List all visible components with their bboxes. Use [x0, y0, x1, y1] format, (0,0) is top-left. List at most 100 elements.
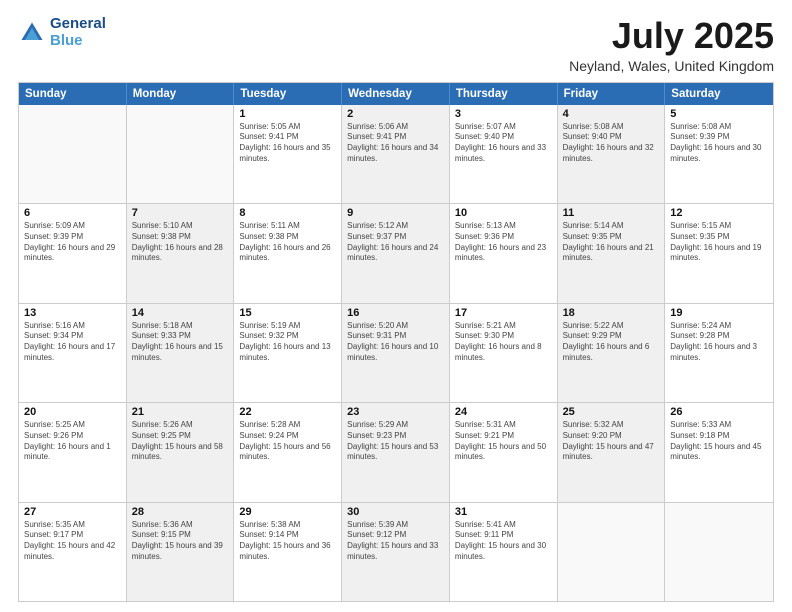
day-number: 27 — [24, 506, 121, 518]
subtitle: Neyland, Wales, United Kingdom — [569, 58, 774, 74]
day-number: 30 — [347, 506, 444, 518]
cal-cell: 19 Sunrise: 5:24 AM Sunset: 9:28 PM Dayli… — [665, 304, 773, 402]
day-number: 8 — [239, 207, 336, 219]
logo-line2: Blue — [50, 33, 106, 50]
cell-info: Sunrise: 5:22 AM Sunset: 9:29 PM Dayligh… — [563, 321, 660, 364]
header-day-thursday: Thursday — [450, 83, 558, 105]
day-number: 19 — [670, 307, 768, 319]
header-day-sunday: Sunday — [19, 83, 127, 105]
day-number: 9 — [347, 207, 444, 219]
cell-info: Sunrise: 5:09 AM Sunset: 9:39 PM Dayligh… — [24, 221, 121, 264]
cell-info: Sunrise: 5:05 AM Sunset: 9:41 PM Dayligh… — [239, 122, 336, 165]
day-number: 28 — [132, 506, 229, 518]
cell-info: Sunrise: 5:24 AM Sunset: 9:28 PM Dayligh… — [670, 321, 768, 364]
cell-info: Sunrise: 5:41 AM Sunset: 9:11 PM Dayligh… — [455, 520, 552, 563]
cell-info: Sunrise: 5:26 AM Sunset: 9:25 PM Dayligh… — [132, 420, 229, 463]
cal-cell: 2 Sunrise: 5:06 AM Sunset: 9:41 PM Daylig… — [342, 105, 450, 203]
day-number: 13 — [24, 307, 121, 319]
cal-cell: 21 Sunrise: 5:26 AM Sunset: 9:25 PM Dayli… — [127, 403, 235, 501]
day-number: 6 — [24, 207, 121, 219]
header-day-saturday: Saturday — [665, 83, 773, 105]
cell-info: Sunrise: 5:19 AM Sunset: 9:32 PM Dayligh… — [239, 321, 336, 364]
day-number: 4 — [563, 108, 660, 120]
header-day-monday: Monday — [127, 83, 235, 105]
day-number: 10 — [455, 207, 552, 219]
cal-cell — [127, 105, 235, 203]
cal-cell: 3 Sunrise: 5:07 AM Sunset: 9:40 PM Daylig… — [450, 105, 558, 203]
day-number: 11 — [563, 207, 660, 219]
cal-cell: 25Sunrise: 5:32 AM Sunset: 9:20 PM Dayli… — [558, 403, 666, 501]
cell-info: Sunrise: 5:28 AM Sunset: 9:24 PM Dayligh… — [239, 420, 336, 463]
cell-info: Sunrise: 5:06 AM Sunset: 9:41 PM Dayligh… — [347, 122, 444, 165]
cal-cell: 28 Sunrise: 5:36 AM Sunset: 9:15 PM Dayli… — [127, 503, 235, 601]
day-number: 24 — [455, 406, 552, 418]
cal-cell: 17 Sunrise: 5:21 AM Sunset: 9:30 PM Dayli… — [450, 304, 558, 402]
cell-info: Sunrise: 5:35 AM Sunset: 9:17 PM Dayligh… — [24, 520, 121, 563]
header-day-wednesday: Wednesday — [342, 83, 450, 105]
title-block: July 2025 Neyland, Wales, United Kingdom — [569, 16, 774, 74]
cell-info: Sunrise: 5:21 AM Sunset: 9:30 PM Dayligh… — [455, 321, 552, 364]
cal-cell: 20Sunrise: 5:25 AM Sunset: 9:26 PM Dayli… — [19, 403, 127, 501]
cal-cell: 6 Sunrise: 5:09 AM Sunset: 9:39 PM Daylig… — [19, 204, 127, 302]
cal-cell: 14 Sunrise: 5:18 AM Sunset: 9:33 PM Dayli… — [127, 304, 235, 402]
cell-info: Sunrise: 5:08 AM Sunset: 9:40 PM Dayligh… — [563, 122, 660, 165]
cell-info: Sunrise: 5:15 AM Sunset: 9:35 PM Dayligh… — [670, 221, 768, 264]
day-number: 29 — [239, 506, 336, 518]
cal-cell: 1 Sunrise: 5:05 AM Sunset: 9:41 PM Daylig… — [234, 105, 342, 203]
cal-cell: 9 Sunrise: 5:12 AM Sunset: 9:37 PM Daylig… — [342, 204, 450, 302]
logo-text: General Blue — [50, 16, 106, 49]
cal-cell: 27 Sunrise: 5:35 AM Sunset: 9:17 PM Dayli… — [19, 503, 127, 601]
day-number: 2 — [347, 108, 444, 120]
cal-cell: 18 Sunrise: 5:22 AM Sunset: 9:29 PM Dayli… — [558, 304, 666, 402]
cell-info: Sunrise: 5:08 AM Sunset: 9:39 PM Dayligh… — [670, 122, 768, 165]
page: General Blue July 2025 Neyland, Wales, U… — [0, 0, 792, 612]
cal-cell: 7 Sunrise: 5:10 AM Sunset: 9:38 PM Daylig… — [127, 204, 235, 302]
day-number: 16 — [347, 307, 444, 319]
cal-row-1: 1 Sunrise: 5:05 AM Sunset: 9:41 PM Daylig… — [19, 105, 773, 203]
cal-cell: 26 Sunrise: 5:33 AM Sunset: 9:18 PM Dayli… — [665, 403, 773, 501]
cell-info: Sunrise: 5:25 AM Sunset: 9:26 PM Dayligh… — [24, 420, 121, 463]
cal-cell: 8 Sunrise: 5:11 AM Sunset: 9:38 PM Daylig… — [234, 204, 342, 302]
cell-info: Sunrise: 5:32 AM Sunset: 9:20 PM Dayligh… — [563, 420, 660, 463]
logo-line1: General — [50, 16, 106, 33]
calendar-body: 1 Sunrise: 5:05 AM Sunset: 9:41 PM Daylig… — [19, 105, 773, 601]
cell-info: Sunrise: 5:36 AM Sunset: 9:15 PM Dayligh… — [132, 520, 229, 563]
logo-icon — [18, 19, 46, 47]
cal-cell: 23Sunrise: 5:29 AM Sunset: 9:23 PM Dayli… — [342, 403, 450, 501]
cell-info: Sunrise: 5:38 AM Sunset: 9:14 PM Dayligh… — [239, 520, 336, 563]
day-number: 17 — [455, 307, 552, 319]
day-number: 26 — [670, 406, 768, 418]
cal-cell: 12Sunrise: 5:15 AM Sunset: 9:35 PM Dayli… — [665, 204, 773, 302]
day-number: 3 — [455, 108, 552, 120]
cal-row-2: 6 Sunrise: 5:09 AM Sunset: 9:39 PM Daylig… — [19, 203, 773, 302]
cell-info: Sunrise: 5:12 AM Sunset: 9:37 PM Dayligh… — [347, 221, 444, 264]
cal-cell: 16 Sunrise: 5:20 AM Sunset: 9:31 PM Dayli… — [342, 304, 450, 402]
cell-info: Sunrise: 5:18 AM Sunset: 9:33 PM Dayligh… — [132, 321, 229, 364]
cal-row-4: 20Sunrise: 5:25 AM Sunset: 9:26 PM Dayli… — [19, 402, 773, 501]
cell-info: Sunrise: 5:07 AM Sunset: 9:40 PM Dayligh… — [455, 122, 552, 165]
cal-row-5: 27 Sunrise: 5:35 AM Sunset: 9:17 PM Dayli… — [19, 502, 773, 601]
cal-cell — [665, 503, 773, 601]
day-number: 21 — [132, 406, 229, 418]
cell-info: Sunrise: 5:13 AM Sunset: 9:36 PM Dayligh… — [455, 221, 552, 264]
cell-info: Sunrise: 5:11 AM Sunset: 9:38 PM Dayligh… — [239, 221, 336, 264]
day-number: 14 — [132, 307, 229, 319]
cell-info: Sunrise: 5:29 AM Sunset: 9:23 PM Dayligh… — [347, 420, 444, 463]
cell-info: Sunrise: 5:20 AM Sunset: 9:31 PM Dayligh… — [347, 321, 444, 364]
day-number: 1 — [239, 108, 336, 120]
day-number: 31 — [455, 506, 552, 518]
day-number: 15 — [239, 307, 336, 319]
day-number: 18 — [563, 307, 660, 319]
header-day-friday: Friday — [558, 83, 666, 105]
cal-cell: 30 Sunrise: 5:39 AM Sunset: 9:12 PM Dayli… — [342, 503, 450, 601]
cell-info: Sunrise: 5:33 AM Sunset: 9:18 PM Dayligh… — [670, 420, 768, 463]
cal-row-3: 13Sunrise: 5:16 AM Sunset: 9:34 PM Dayli… — [19, 303, 773, 402]
cal-cell: 22Sunrise: 5:28 AM Sunset: 9:24 PM Dayli… — [234, 403, 342, 501]
cal-cell: 11Sunrise: 5:14 AM Sunset: 9:35 PM Dayli… — [558, 204, 666, 302]
cell-info: Sunrise: 5:10 AM Sunset: 9:38 PM Dayligh… — [132, 221, 229, 264]
cell-info: Sunrise: 5:39 AM Sunset: 9:12 PM Dayligh… — [347, 520, 444, 563]
cal-cell: 4 Sunrise: 5:08 AM Sunset: 9:40 PM Daylig… — [558, 105, 666, 203]
day-number: 7 — [132, 207, 229, 219]
cal-cell — [558, 503, 666, 601]
cal-cell: 29 Sunrise: 5:38 AM Sunset: 9:14 PM Dayli… — [234, 503, 342, 601]
